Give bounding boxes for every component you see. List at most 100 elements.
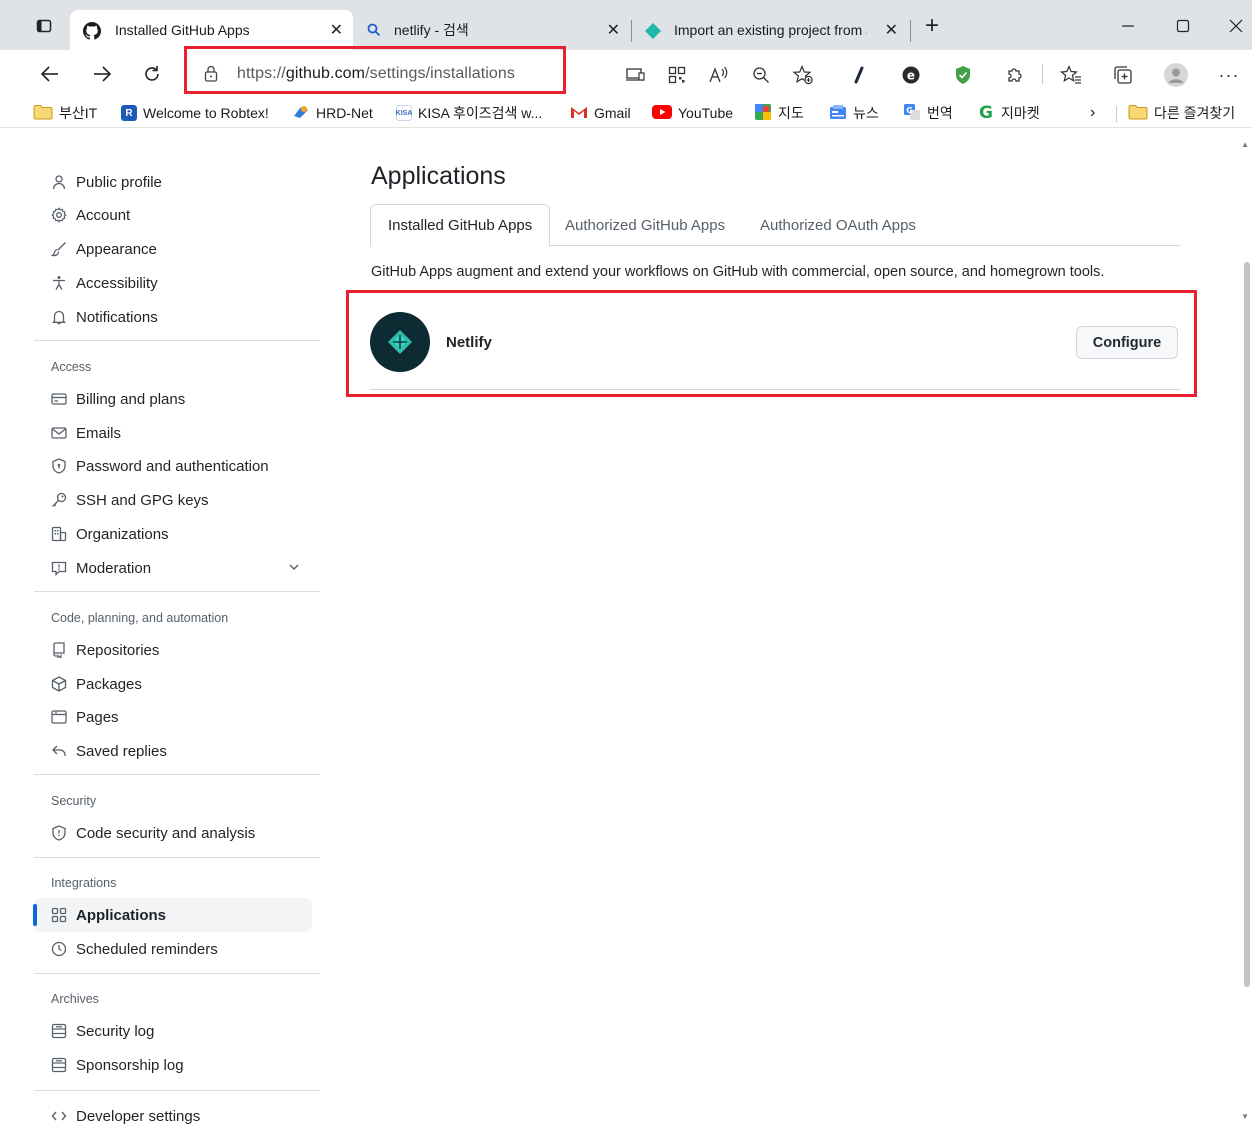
sidebar-item-repositories[interactable]: Repositories xyxy=(34,633,312,667)
close-icon[interactable]: ✕ xyxy=(885,20,898,40)
sidebar-item-packages[interactable]: Packages xyxy=(34,667,312,701)
other-favorites[interactable]: 다른 즐겨찾기 xyxy=(1128,102,1235,124)
bookmarks-overflow-button[interactable]: › xyxy=(1090,102,1095,124)
sidebar-item-account[interactable]: Account xyxy=(34,198,312,232)
sidebar-item-sponsorship-log[interactable]: Sponsorship log xyxy=(34,1048,312,1082)
sidebar-divider xyxy=(34,774,320,775)
sidebar-item-code-security[interactable]: Code security and analysis xyxy=(34,816,312,850)
tab-separator xyxy=(910,20,911,42)
key-icon xyxy=(51,492,67,508)
app-available-icon[interactable] xyxy=(622,62,648,88)
new-tab-button[interactable]: + xyxy=(914,8,950,44)
favorites-icon[interactable] xyxy=(1058,62,1084,88)
code-icon xyxy=(51,1108,67,1124)
bookmark-item[interactable]: HRD-Net xyxy=(292,102,373,124)
sidebar-item-notifications[interactable]: Notifications xyxy=(34,300,312,334)
sidebar-item-scheduled-reminders[interactable]: Scheduled reminders xyxy=(34,932,312,966)
bell-icon xyxy=(51,309,67,325)
sidebar-divider xyxy=(34,591,320,592)
folder-icon xyxy=(33,104,53,123)
arrow-right-icon xyxy=(94,66,112,82)
chevron-down-icon[interactable] xyxy=(288,560,300,577)
sidebar-item-moderation[interactable]: Moderation xyxy=(34,551,312,585)
shield-lock-icon xyxy=(51,458,67,474)
tab-actions-button[interactable] xyxy=(26,8,62,44)
close-window-button[interactable] xyxy=(1218,8,1252,44)
scroll-up-arrow-icon[interactable]: ▲ xyxy=(1241,140,1249,149)
intro-text: GitHub Apps augment and extend your work… xyxy=(371,264,1105,280)
sidebar-item-saved-replies[interactable]: Saved replies xyxy=(34,734,312,768)
qr-code-icon[interactable] xyxy=(664,62,690,88)
chevron-right-icon: › xyxy=(1090,104,1096,121)
favorite-star-add-icon[interactable] xyxy=(790,62,816,88)
tab-authorized-oauth-apps[interactable]: Authorized OAuth Apps xyxy=(743,204,933,246)
minimize-button[interactable] xyxy=(1110,8,1146,44)
bookmarks-bar: 부산IT R Welcome to Robtex! HRD-Net KISA K… xyxy=(0,98,1252,128)
refresh-button[interactable] xyxy=(136,60,168,88)
bookmark-item[interactable]: R Welcome to Robtex! xyxy=(121,102,269,124)
back-button[interactable] xyxy=(34,60,66,88)
extension-e-icon[interactable]: e xyxy=(898,62,924,88)
maximize-button[interactable] xyxy=(1165,8,1201,44)
sidebar-divider xyxy=(34,857,320,858)
sidebar-item-developer-settings[interactable]: Developer settings xyxy=(34,1099,312,1133)
sidebar-heading-archives: Archives xyxy=(51,992,99,1006)
sidebar-item-password[interactable]: Password and authentication xyxy=(34,449,312,483)
puzzle-extensions-icon[interactable] xyxy=(1002,62,1028,88)
close-icon xyxy=(1229,19,1243,33)
apps-icon xyxy=(51,907,67,923)
news-icon xyxy=(829,104,847,123)
bookmark-item[interactable]: G 지마켓 xyxy=(977,102,1040,124)
scroll-down-arrow-icon[interactable]: ▼ xyxy=(1241,1112,1249,1121)
sidebar-item-emails[interactable]: Emails xyxy=(34,416,312,450)
arrow-left-icon xyxy=(40,66,58,82)
report-icon xyxy=(51,560,67,576)
shield-extension-icon[interactable] xyxy=(950,62,976,88)
tab-authorized-github-apps[interactable]: Authorized GitHub Apps xyxy=(548,204,742,246)
sidebar-divider xyxy=(34,973,320,974)
tab-import-project[interactable]: Import an existing project from a ✕ xyxy=(632,10,908,50)
sidebar-heading-access: Access xyxy=(51,360,92,374)
bookmark-item[interactable]: YouTube xyxy=(652,102,733,124)
person-icon xyxy=(51,174,67,190)
bookmark-item[interactable]: Gmail xyxy=(570,102,631,124)
tab-actions-icon xyxy=(36,19,52,33)
forward-button[interactable] xyxy=(86,60,118,88)
more-menu-icon[interactable]: ··· xyxy=(1216,62,1242,88)
sidebar-item-ssh-gpg[interactable]: SSH and GPG keys xyxy=(34,483,312,517)
bookmark-item[interactable]: KISA KISA 후이즈검색 w... xyxy=(396,102,542,124)
sidebar-item-billing[interactable]: Billing and plans xyxy=(34,382,312,416)
sidebar-item-organizations[interactable]: Organizations xyxy=(34,517,312,551)
bookmark-item[interactable]: G 번역 xyxy=(903,102,953,124)
applications-tabnav: Installed GitHub Apps Authorized GitHub … xyxy=(370,204,1180,247)
zoom-out-icon[interactable] xyxy=(748,62,774,88)
sidebar-item-public-profile[interactable]: Public profile xyxy=(34,165,312,199)
translate-icon: G xyxy=(903,103,921,124)
sidebar-divider xyxy=(34,340,320,341)
sidebar-item-pages[interactable]: Pages xyxy=(34,700,312,734)
bookmarks-divider xyxy=(1116,106,1117,122)
shield-icon xyxy=(51,825,67,841)
scrollbar-thumb[interactable] xyxy=(1244,262,1250,987)
sidebar-item-security-log[interactable]: Security log xyxy=(34,1014,312,1048)
sidebar-item-applications[interactable]: Applications xyxy=(33,898,312,932)
tab-installed-github-apps[interactable]: Installed GitHub Apps ✕ xyxy=(70,10,353,50)
maximize-icon xyxy=(1176,19,1190,33)
sidebar-item-accessibility[interactable]: Accessibility xyxy=(34,266,312,300)
read-aloud-icon[interactable] xyxy=(706,62,732,88)
accessibility-icon xyxy=(51,275,67,291)
log-icon xyxy=(51,1057,67,1073)
collections-icon[interactable] xyxy=(1110,62,1136,88)
close-icon[interactable]: ✕ xyxy=(330,20,343,40)
profile-avatar-icon[interactable] xyxy=(1163,62,1189,88)
bookmark-item[interactable]: 부산IT xyxy=(33,102,97,124)
sidebar-heading-security: Security xyxy=(51,794,97,808)
tab-installed-github-apps[interactable]: Installed GitHub Apps xyxy=(370,204,551,247)
extension-slash-icon[interactable] xyxy=(846,62,872,88)
tab-netlify-search[interactable]: netlify - 검색 ✕ xyxy=(354,10,630,50)
search-icon xyxy=(367,23,381,40)
sidebar-item-appearance[interactable]: Appearance xyxy=(34,232,312,266)
bookmark-item[interactable]: 지도 xyxy=(754,102,804,124)
bookmark-item[interactable]: 뉴스 xyxy=(829,102,879,124)
close-icon[interactable]: ✕ xyxy=(607,20,620,40)
